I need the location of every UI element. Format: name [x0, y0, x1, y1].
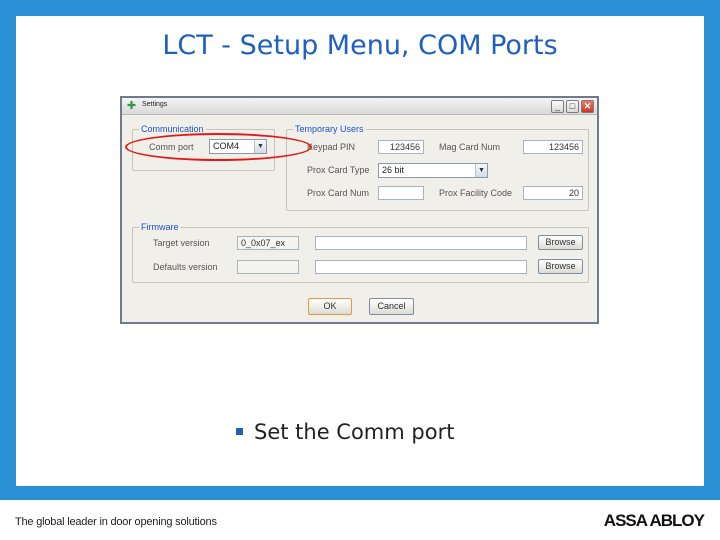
- firmware-legend: Firmware: [139, 222, 181, 232]
- comm-port-value: COM4: [213, 141, 240, 151]
- bullet-square-icon: [236, 428, 243, 435]
- firmware-group: Firmware Target version 0_0x07_ex Browse…: [132, 222, 589, 283]
- prox-card-type-label: Prox Card Type: [307, 165, 370, 175]
- bullet-text: Set the Comm port: [254, 420, 455, 444]
- prox-card-num-label: Prox Card Num: [307, 188, 370, 198]
- ok-button[interactable]: OK: [308, 298, 352, 315]
- close-button[interactable]: ✕: [581, 100, 594, 113]
- defaults-version-label: Defaults version: [153, 262, 218, 272]
- defaults-version-field: [237, 260, 299, 274]
- comm-port-select[interactable]: COM4 ▼: [209, 139, 267, 154]
- target-browse-button[interactable]: Browse: [538, 235, 583, 250]
- defaults-browse-button[interactable]: Browse: [538, 259, 583, 274]
- slide-title: LCT - Setup Menu, COM Ports: [162, 30, 558, 61]
- comm-port-label: Comm port: [149, 142, 194, 152]
- temporary-users-legend: Temporary Users: [293, 124, 366, 134]
- minimize-button[interactable]: _: [551, 100, 564, 113]
- window-title: Settings: [142, 101, 168, 108]
- brand-logo: ASSA ABLOY: [603, 511, 705, 530]
- prox-card-type-select[interactable]: 26 bit ▼: [378, 163, 488, 178]
- target-version-label: Target version: [153, 238, 210, 248]
- target-path-field[interactable]: [315, 236, 527, 250]
- mag-card-label: Mag Card Num: [439, 142, 501, 152]
- target-version-field: 0_0x07_ex: [237, 236, 299, 250]
- keypad-pin-label: Keypad PIN: [307, 142, 356, 152]
- window-titlebar[interactable]: ✚ Settings _ □ ✕: [122, 98, 597, 115]
- bullet-item: Set the Comm port: [236, 420, 454, 444]
- maximize-button[interactable]: □: [566, 100, 579, 113]
- prox-card-type-value: 26 bit: [382, 165, 405, 175]
- communication-group: Communication Comm port COM4 ▼: [132, 124, 275, 171]
- footer-tagline: The global leader in door opening soluti…: [15, 516, 217, 528]
- temporary-users-group: Temporary Users Keypad PIN 123456 Mag Ca…: [286, 124, 589, 211]
- keypad-pin-field[interactable]: 123456: [378, 140, 424, 154]
- chevron-down-icon[interactable]: ▼: [254, 140, 266, 153]
- chevron-down-icon[interactable]: ▼: [475, 164, 487, 177]
- mag-card-field[interactable]: 123456: [523, 140, 583, 154]
- cancel-button[interactable]: Cancel: [369, 298, 414, 315]
- settings-icon: ✚: [126, 100, 137, 112]
- defaults-path-field[interactable]: [315, 260, 527, 274]
- setup-window: ✚ Settings _ □ ✕ Communication Comm port…: [120, 96, 599, 324]
- prox-facility-label: Prox Facility Code: [439, 188, 513, 198]
- prox-facility-field[interactable]: 20: [523, 186, 583, 200]
- window-controls: _ □ ✕: [551, 100, 594, 113]
- communication-legend: Communication: [139, 124, 206, 134]
- footer: The global leader in door opening soluti…: [0, 500, 720, 540]
- prox-card-num-field[interactable]: [378, 186, 424, 200]
